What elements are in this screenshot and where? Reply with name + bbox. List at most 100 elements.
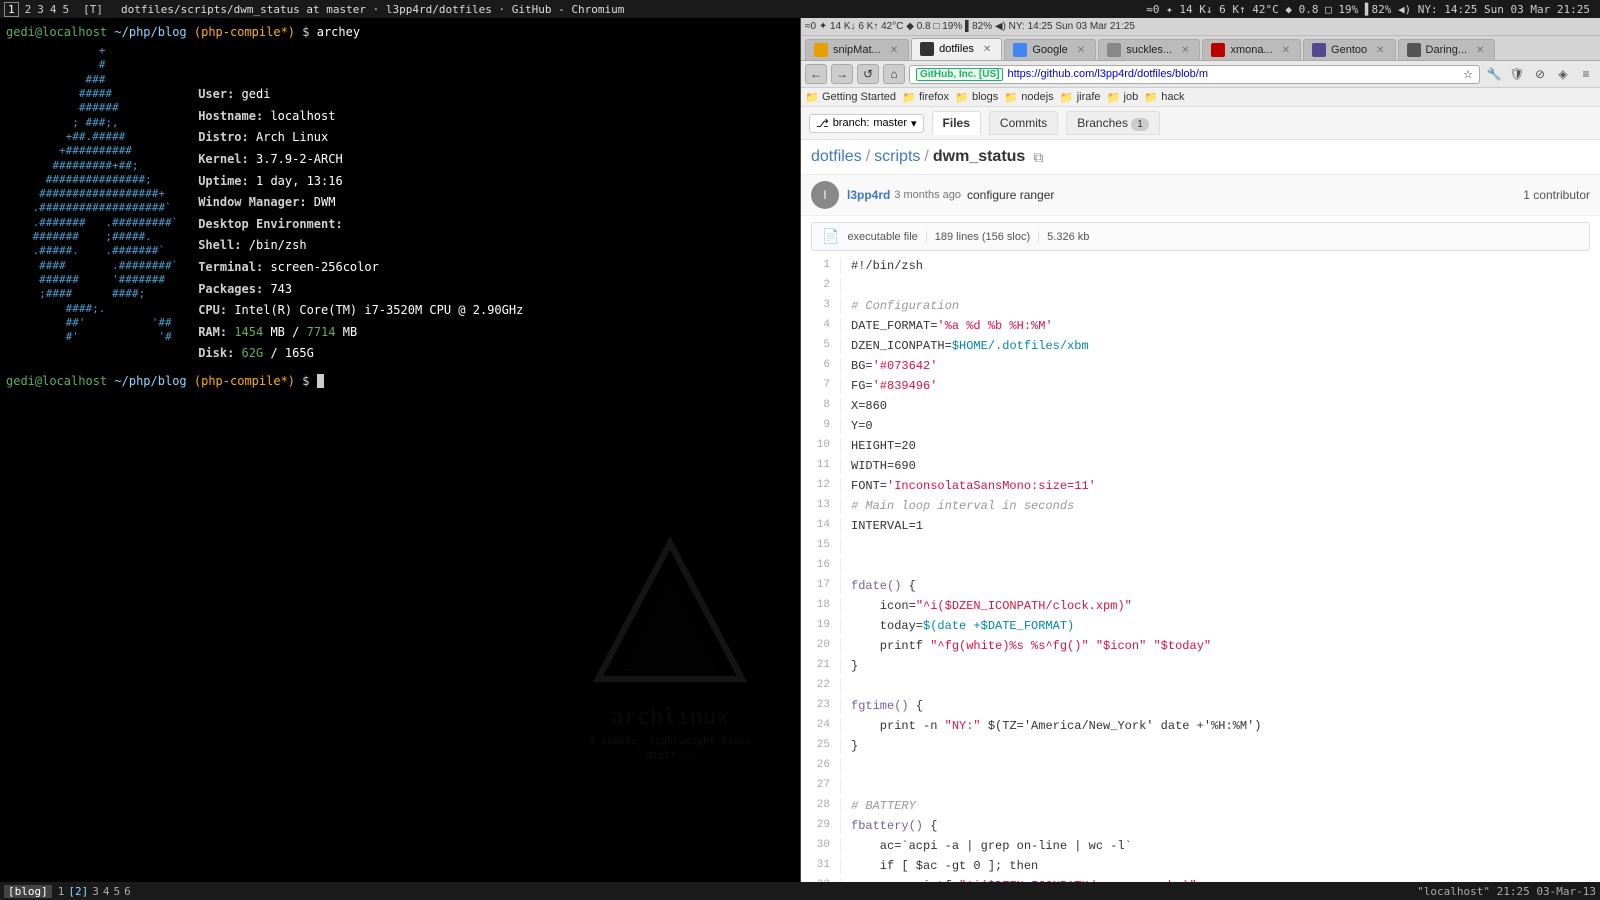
tab-favicon-daring bbox=[1407, 43, 1421, 57]
tab-gentoo[interactable]: Gentoo ✕ bbox=[1303, 39, 1395, 60]
commit-author[interactable]: l3pp4rd bbox=[847, 188, 890, 202]
extension-icon-1[interactable]: 🔧 bbox=[1484, 64, 1504, 84]
file-lines: 189 lines (156 sloc) bbox=[935, 231, 1039, 243]
bookmark-job[interactable]: 📁 job bbox=[1107, 90, 1139, 104]
line-content: FONT='InconsolataSansMono:size=11' bbox=[841, 477, 1600, 495]
tab-close-daring[interactable]: ✕ bbox=[1476, 45, 1484, 56]
terminal-panel[interactable]: gedi@localhost ~/php/blog (php-compile*)… bbox=[0, 18, 800, 882]
line-content: # BATTERY bbox=[841, 797, 1600, 815]
code-line: 30 ac=`acpi -a | grep on-line | wc -l` bbox=[801, 837, 1600, 857]
bookmark-getting-started[interactable]: 📁 Getting Started bbox=[805, 90, 896, 104]
line-number: 10 bbox=[801, 437, 841, 454]
bookmark-blogs[interactable]: 📁 blogs bbox=[955, 90, 998, 104]
reload-button[interactable]: ↺ bbox=[857, 64, 879, 84]
forward-button[interactable]: → bbox=[831, 64, 853, 84]
tag-label: [T] bbox=[83, 3, 103, 16]
statusbar-ws4[interactable]: 4 bbox=[103, 885, 110, 898]
tab-close-google[interactable]: ✕ bbox=[1077, 45, 1085, 56]
tab-label-snipmate: snipMat... bbox=[833, 44, 881, 56]
code-line: 5DZEN_ICONPATH=$HOME/.dotfiles/xbm bbox=[801, 337, 1600, 357]
folder-icon: 📁 bbox=[955, 90, 969, 104]
branch-name: master bbox=[873, 117, 907, 129]
line-number: 22 bbox=[801, 677, 841, 694]
tab-close-snipmate[interactable]: ✕ bbox=[890, 45, 898, 56]
workspace-1[interactable]: 1 bbox=[4, 2, 19, 17]
gh-tab-files[interactable]: Files bbox=[932, 111, 981, 135]
copy-path-icon[interactable]: ⧉ bbox=[1033, 149, 1043, 166]
tab-snipmate[interactable]: snipMat... ✕ bbox=[805, 39, 909, 60]
code-line: 12FONT='InconsolataSansMono:size=11' bbox=[801, 477, 1600, 497]
branch-label: branch: bbox=[833, 117, 870, 129]
tab-close-suckless[interactable]: ✕ bbox=[1181, 45, 1189, 56]
browser-chrome-topbar: ≈0 ✦ 14 K↓ 6 K↑ 42°C ◆ 0.8 □ 19% ▌82% ◀)… bbox=[801, 18, 1600, 36]
tab-close-gentoo[interactable]: ✕ bbox=[1376, 45, 1384, 56]
code-view[interactable]: 1#!/bin/zsh23# Configuration4DATE_FORMAT… bbox=[801, 257, 1600, 882]
tab-xmonad[interactable]: xmona... ✕ bbox=[1202, 39, 1301, 60]
line-number: 1 bbox=[801, 257, 841, 274]
line-number: 5 bbox=[801, 337, 841, 354]
line-content: INTERVAL=1 bbox=[841, 517, 1600, 535]
info-disk: Disk: 62G / 165G bbox=[198, 343, 523, 365]
tab-google[interactable]: Google ✕ bbox=[1004, 39, 1096, 60]
gh-tab-commits[interactable]: Commits bbox=[989, 111, 1058, 135]
statusbar-ws5[interactable]: 5 bbox=[114, 885, 121, 898]
line-number: 7 bbox=[801, 377, 841, 394]
settings-icon[interactable]: ≡ bbox=[1576, 64, 1596, 84]
tab-favicon-dotfiles bbox=[920, 42, 934, 56]
code-line: 2 bbox=[801, 277, 1600, 297]
home-button[interactable]: ⌂ bbox=[883, 64, 905, 84]
tab-suckless[interactable]: suckles... ✕ bbox=[1098, 39, 1200, 60]
back-button[interactable]: ← bbox=[805, 64, 827, 84]
info-de: Desktop Environment: bbox=[198, 214, 523, 236]
line-number: 8 bbox=[801, 397, 841, 414]
tab-favicon-xmonad bbox=[1211, 43, 1225, 57]
branch-selector[interactable]: ⎇ branch: master ▾ bbox=[809, 114, 924, 133]
bookmark-firefox[interactable]: 📁 firefox bbox=[902, 90, 949, 104]
file-type: executable file bbox=[847, 231, 926, 243]
tab-dotfiles[interactable]: dotfiles ✕ bbox=[911, 38, 1002, 60]
workspace-5[interactable]: 5 bbox=[63, 3, 70, 16]
info-hostname: Hostname: localhost bbox=[198, 106, 523, 128]
github-file-info: 📄 executable file 189 lines (156 sloc) 5… bbox=[811, 222, 1590, 251]
bookmark-star[interactable]: ☆ bbox=[1463, 68, 1473, 81]
code-line: 22 bbox=[801, 677, 1600, 697]
code-line: 25} bbox=[801, 737, 1600, 757]
bookmark-label: jirafe bbox=[1077, 91, 1101, 103]
tab-label-gentoo: Gentoo bbox=[1331, 44, 1367, 56]
statusbar-blog: [blog] bbox=[4, 885, 52, 898]
statusbar-ws3[interactable]: 3 bbox=[92, 885, 99, 898]
browser-panel: ≈0 ✦ 14 K↓ 6 K↑ 42°C ◆ 0.8 □ 19% ▌82% ◀)… bbox=[800, 18, 1600, 882]
commit-message: configure ranger bbox=[967, 188, 1054, 202]
statusbar-ws6[interactable]: 6 bbox=[124, 885, 131, 898]
workspace-3[interactable]: 3 bbox=[37, 3, 44, 16]
code-line: 11WIDTH=690 bbox=[801, 457, 1600, 477]
line-number: 21 bbox=[801, 657, 841, 674]
bookmark-hack[interactable]: 📁 hack bbox=[1144, 90, 1184, 104]
info-cpu: CPU: Intel(R) Core(TM) i7-3520M CPU @ 2.… bbox=[198, 300, 523, 322]
code-line: 24 print -n "NY:" $(TZ='America/New_York… bbox=[801, 717, 1600, 737]
code-line: 6BG='#073642' bbox=[801, 357, 1600, 377]
line-content: ac=`acpi -a | grep on-line | wc -l` bbox=[841, 837, 1600, 855]
address-bar[interactable]: GitHub, Inc. [US] https://github.com/l3p… bbox=[909, 65, 1480, 84]
folder-icon: 📁 bbox=[805, 90, 819, 104]
statusbar-ws1[interactable]: 1 bbox=[58, 885, 65, 898]
line-content: HEIGHT=20 bbox=[841, 437, 1600, 455]
line-number: 4 bbox=[801, 317, 841, 334]
tab-close-dotfiles[interactable]: ✕ bbox=[983, 44, 991, 55]
bookmark-jirafe[interactable]: 📁 jirafe bbox=[1060, 90, 1101, 104]
rss-icon[interactable]: ◈ bbox=[1553, 64, 1573, 84]
extension-icon-2[interactable]: 🛡 bbox=[1507, 64, 1527, 84]
statusbar-file: "localhost" 21:25 03-Mar-13 bbox=[1417, 885, 1596, 898]
extension-icon-3[interactable]: ⊘ bbox=[1530, 64, 1550, 84]
breadcrumb-dotfiles[interactable]: dotfiles bbox=[811, 148, 862, 166]
tab-close-xmonad[interactable]: ✕ bbox=[1282, 45, 1290, 56]
workspace-4[interactable]: 4 bbox=[50, 3, 57, 16]
gh-tab-branches[interactable]: Branches 1 bbox=[1066, 111, 1160, 135]
bookmark-nodejs[interactable]: 📁 nodejs bbox=[1004, 90, 1053, 104]
info-packages: Packages: 743 bbox=[198, 279, 523, 301]
breadcrumb-scripts[interactable]: scripts bbox=[874, 148, 920, 166]
info-ram: RAM: 1454 MB / 7714 MB bbox=[198, 322, 523, 344]
statusbar-ws2[interactable]: [2] bbox=[68, 885, 88, 898]
tab-daring[interactable]: Daring... ✕ bbox=[1398, 39, 1496, 60]
workspace-2[interactable]: 2 bbox=[25, 3, 32, 16]
